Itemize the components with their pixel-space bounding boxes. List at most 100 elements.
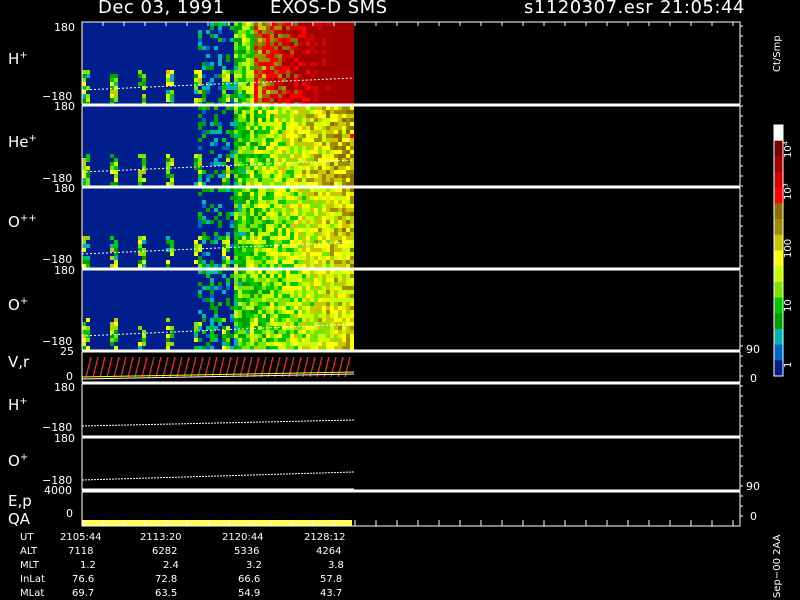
spectrogram-cell [214, 236, 218, 240]
spectrogram-cell [246, 22, 250, 26]
spectrogram-cell [226, 302, 230, 306]
spectrogram-cell [250, 122, 254, 126]
spectrogram-cell [322, 46, 326, 50]
spectrogram-cell [246, 224, 250, 228]
spectrogram-cell [346, 130, 350, 134]
spectrogram-cell [234, 142, 238, 146]
spectrogram-cell [282, 138, 286, 142]
spectrogram-cell [298, 200, 302, 204]
spectrogram-cell [346, 318, 350, 322]
spectrogram-cell [250, 270, 254, 274]
row-label-inlat: InLat [20, 574, 45, 585]
spectrogram-cell [350, 228, 354, 232]
spectrogram-cell [82, 342, 86, 346]
spectrogram-cell [250, 256, 254, 260]
spectrogram-cell [238, 306, 242, 310]
spectrogram-cell [290, 306, 294, 310]
spectrogram-cell [342, 30, 346, 34]
spectrogram-cell [82, 98, 86, 102]
spectrogram-cell [338, 46, 342, 50]
spectrogram-cell [310, 30, 314, 34]
spectrogram-cell [258, 310, 262, 314]
spectrogram-cell [322, 208, 326, 212]
y-tick: 180 [54, 100, 75, 113]
spectrogram-cell [254, 174, 258, 178]
spectrogram-cell [262, 34, 266, 38]
spectrogram-cell [170, 326, 174, 330]
spectrogram-cell [250, 196, 254, 200]
spectrogram-cell [342, 338, 346, 342]
spectrogram-cell [302, 224, 306, 228]
spectrogram-cell [322, 220, 326, 224]
spectrogram-cell [258, 110, 262, 114]
vr-trace [274, 356, 281, 378]
right-tick: 0 [750, 510, 757, 523]
spectrogram-cell [330, 166, 334, 170]
spectrogram-cell [326, 294, 330, 298]
spectrogram-cell [286, 314, 290, 318]
spectrogram-cell [314, 94, 318, 98]
spectrogram-cell [110, 162, 114, 166]
spectrogram-cell [258, 38, 262, 42]
spectrogram-cell [350, 338, 354, 342]
spectrogram-cell [274, 130, 278, 134]
spectrogram-cell [86, 330, 90, 334]
spectrogram-cell [198, 338, 202, 342]
spectrogram-cell [302, 166, 306, 170]
spectrogram-cell [318, 162, 322, 166]
spectrogram-cell [310, 260, 314, 264]
spectrogram-cell [286, 62, 290, 66]
spectrogram-cell [282, 182, 286, 186]
spectrogram-cell [334, 38, 338, 42]
spectrogram-cell [270, 66, 274, 70]
spectrogram-cell [342, 306, 346, 310]
vr-trace [113, 356, 120, 378]
spectrogram-cell [246, 126, 250, 130]
spectrogram-cell [338, 106, 342, 110]
spectrogram-cell [266, 196, 270, 200]
spectrogram-cell [274, 342, 278, 346]
spectrogram-cell [330, 138, 334, 142]
spectrogram-cell [86, 318, 90, 322]
spectrogram-cell [286, 294, 290, 298]
spectrogram-cell [262, 78, 266, 82]
spectrogram-cell [278, 298, 282, 302]
spectrogram-cell [254, 290, 258, 294]
spectrogram-cell [290, 66, 294, 70]
spectrogram-cell [306, 232, 310, 236]
spectrogram-cell [346, 200, 350, 204]
spectrogram-cell [258, 118, 262, 122]
spectrogram-cell [314, 114, 318, 118]
spectrogram-cell [314, 178, 318, 182]
spectrogram-cell [346, 38, 350, 42]
spectrogram-cell [314, 142, 318, 146]
spectrogram-cell [290, 178, 294, 182]
spectrogram-cell [194, 252, 198, 256]
spectrogram-cell [282, 30, 286, 34]
spectrogram-cell [294, 306, 298, 310]
spectrogram-cell [338, 34, 342, 38]
spectrogram-cell [302, 212, 306, 216]
spectrogram-cell [234, 86, 238, 90]
spectrogram-cell [246, 170, 250, 174]
spectrogram-cell [310, 342, 314, 346]
spectrogram-cell [270, 314, 274, 318]
spectrogram-cell [254, 94, 258, 98]
spectrogram-cell [246, 58, 250, 62]
vr-trace [134, 356, 141, 378]
spectrogram-cell [298, 98, 302, 102]
spectrogram-cell [282, 252, 286, 256]
spectrogram-cell [82, 94, 86, 98]
spectrogram-cell [294, 224, 298, 228]
spectrogram-cell [314, 174, 318, 178]
spectrogram-cell [274, 110, 278, 114]
spectrogram-cell [342, 220, 346, 224]
vr-trace [127, 356, 134, 378]
spectrogram-cell [330, 26, 334, 30]
spectrogram-cell [282, 264, 286, 268]
right-tick: 90 [746, 480, 760, 493]
spectrogram-cell [278, 290, 282, 294]
spectrogram-cell [342, 240, 346, 244]
spectrogram-cell [302, 236, 306, 240]
spectrogram-cell [334, 310, 338, 314]
